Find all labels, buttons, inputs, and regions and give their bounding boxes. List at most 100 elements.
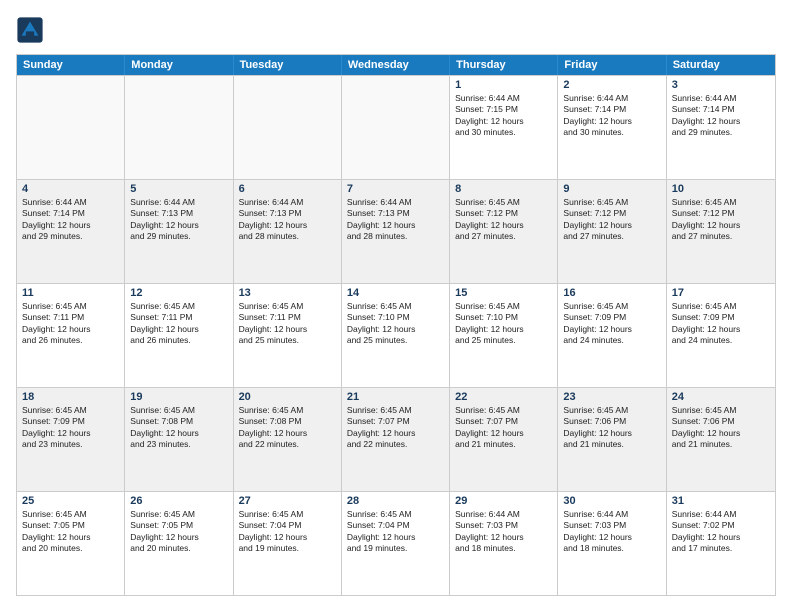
calendar-cell: 10 Sunrise: 6:45 AM Sunset: 7:12 PM Dayli… bbox=[667, 180, 775, 283]
weekday-header: Monday bbox=[125, 55, 233, 75]
calendar-cell: 27 Sunrise: 6:45 AM Sunset: 7:04 PM Dayli… bbox=[234, 492, 342, 595]
day-number: 14 bbox=[347, 287, 444, 299]
cell-info: Sunrise: 6:44 AM Sunset: 7:02 PM Dayligh… bbox=[672, 509, 770, 555]
calendar-cell: 2Sunrise: 6:44 AM Sunset: 7:14 PM Daylig… bbox=[558, 76, 666, 179]
weekday-header: Friday bbox=[558, 55, 666, 75]
calendar-row: 1Sunrise: 6:44 AM Sunset: 7:15 PM Daylig… bbox=[17, 75, 775, 179]
cell-info: Sunrise: 6:45 AM Sunset: 7:11 PM Dayligh… bbox=[22, 301, 119, 347]
calendar-cell: 7Sunrise: 6:44 AM Sunset: 7:13 PM Daylig… bbox=[342, 180, 450, 283]
calendar-cell: 4 Sunrise: 6:44 AM Sunset: 7:14 PM Daylig… bbox=[17, 180, 125, 283]
day-number: 24 bbox=[672, 391, 770, 403]
day-number: 3 bbox=[672, 79, 770, 91]
calendar-cell bbox=[125, 76, 233, 179]
calendar-cell: 21 Sunrise: 6:45 AM Sunset: 7:07 PM Dayli… bbox=[342, 388, 450, 491]
calendar-row: 4 Sunrise: 6:44 AM Sunset: 7:14 PM Daylig… bbox=[17, 179, 775, 283]
calendar-cell: 14 Sunrise: 6:45 AM Sunset: 7:10 PM Dayli… bbox=[342, 284, 450, 387]
day-number: 31 bbox=[672, 495, 770, 507]
cell-info: Sunrise: 6:45 AM Sunset: 7:08 PM Dayligh… bbox=[239, 405, 336, 451]
calendar-cell: 16 Sunrise: 6:45 AM Sunset: 7:09 PM Dayli… bbox=[558, 284, 666, 387]
cell-info: Sunrise: 6:45 AM Sunset: 7:11 PM Dayligh… bbox=[239, 301, 336, 347]
day-number: 18 bbox=[22, 391, 119, 403]
day-number: 1 bbox=[455, 79, 552, 91]
calendar-cell: 19 Sunrise: 6:45 AM Sunset: 7:08 PM Dayli… bbox=[125, 388, 233, 491]
calendar-cell: 26 Sunrise: 6:45 AM Sunset: 7:05 PM Dayli… bbox=[125, 492, 233, 595]
calendar-cell: 23 Sunrise: 6:45 AM Sunset: 7:06 PM Dayli… bbox=[558, 388, 666, 491]
cell-info: Sunrise: 6:45 AM Sunset: 7:12 PM Dayligh… bbox=[672, 197, 770, 243]
day-number: 29 bbox=[455, 495, 552, 507]
day-number: 23 bbox=[563, 391, 660, 403]
logo bbox=[16, 16, 48, 44]
day-number: 11 bbox=[22, 287, 119, 299]
day-number: 25 bbox=[22, 495, 119, 507]
cell-info: Sunrise: 6:44 AM Sunset: 7:14 PM Dayligh… bbox=[672, 93, 770, 139]
cell-info: Sunrise: 6:44 AM Sunset: 7:13 PM Dayligh… bbox=[130, 197, 227, 243]
day-number: 16 bbox=[563, 287, 660, 299]
cell-info: Sunrise: 6:45 AM Sunset: 7:05 PM Dayligh… bbox=[22, 509, 119, 555]
calendar-cell: 29 Sunrise: 6:44 AM Sunset: 7:03 PM Dayli… bbox=[450, 492, 558, 595]
cell-info: Sunrise: 6:45 AM Sunset: 7:09 PM Dayligh… bbox=[672, 301, 770, 347]
cell-info: Sunrise: 6:45 AM Sunset: 7:04 PM Dayligh… bbox=[239, 509, 336, 555]
weekday-header: Sunday bbox=[17, 55, 125, 75]
day-number: 17 bbox=[672, 287, 770, 299]
cell-info: Sunrise: 6:45 AM Sunset: 7:10 PM Dayligh… bbox=[455, 301, 552, 347]
cell-info: Sunrise: 6:45 AM Sunset: 7:09 PM Dayligh… bbox=[563, 301, 660, 347]
calendar-cell: 24 Sunrise: 6:45 AM Sunset: 7:06 PM Dayli… bbox=[667, 388, 775, 491]
day-number: 26 bbox=[130, 495, 227, 507]
day-number: 4 bbox=[22, 183, 119, 195]
day-number: 21 bbox=[347, 391, 444, 403]
day-number: 20 bbox=[239, 391, 336, 403]
day-number: 5 bbox=[130, 183, 227, 195]
cell-info: Sunrise: 6:44 AM Sunset: 7:03 PM Dayligh… bbox=[563, 509, 660, 555]
calendar-cell: 8 Sunrise: 6:45 AM Sunset: 7:12 PM Daylig… bbox=[450, 180, 558, 283]
calendar-cell: 3 Sunrise: 6:44 AM Sunset: 7:14 PM Daylig… bbox=[667, 76, 775, 179]
weekday-header: Saturday bbox=[667, 55, 775, 75]
calendar-cell: 11 Sunrise: 6:45 AM Sunset: 7:11 PM Dayli… bbox=[17, 284, 125, 387]
weekday-header: Wednesday bbox=[342, 55, 450, 75]
cell-info: Sunrise: 6:45 AM Sunset: 7:05 PM Dayligh… bbox=[130, 509, 227, 555]
cell-info: Sunrise: 6:45 AM Sunset: 7:08 PM Dayligh… bbox=[130, 405, 227, 451]
weekday-header: Thursday bbox=[450, 55, 558, 75]
calendar-row: 25 Sunrise: 6:45 AM Sunset: 7:05 PM Dayli… bbox=[17, 491, 775, 595]
cell-info: Sunrise: 6:44 AM Sunset: 7:03 PM Dayligh… bbox=[455, 509, 552, 555]
cell-info: Sunrise: 6:44 AM Sunset: 7:14 PM Dayligh… bbox=[22, 197, 119, 243]
cell-info: Sunrise: 6:44 AM Sunset: 7:13 PM Dayligh… bbox=[347, 197, 444, 243]
calendar-cell: 12Sunrise: 6:45 AM Sunset: 7:11 PM Dayli… bbox=[125, 284, 233, 387]
cell-info: Sunrise: 6:44 AM Sunset: 7:14 PM Dayligh… bbox=[563, 93, 660, 139]
day-number: 9 bbox=[563, 183, 660, 195]
cell-info: Sunrise: 6:45 AM Sunset: 7:07 PM Dayligh… bbox=[347, 405, 444, 451]
cell-info: Sunrise: 6:45 AM Sunset: 7:12 PM Dayligh… bbox=[455, 197, 552, 243]
cell-info: Sunrise: 6:45 AM Sunset: 7:10 PM Dayligh… bbox=[347, 301, 444, 347]
calendar-cell: 22 Sunrise: 6:45 AM Sunset: 7:07 PM Dayli… bbox=[450, 388, 558, 491]
day-number: 27 bbox=[239, 495, 336, 507]
day-number: 19 bbox=[130, 391, 227, 403]
day-number: 15 bbox=[455, 287, 552, 299]
day-number: 28 bbox=[347, 495, 444, 507]
cell-info: Sunrise: 6:45 AM Sunset: 7:07 PM Dayligh… bbox=[455, 405, 552, 451]
day-number: 8 bbox=[455, 183, 552, 195]
calendar-row: 18Sunrise: 6:45 AM Sunset: 7:09 PM Dayli… bbox=[17, 387, 775, 491]
calendar-cell bbox=[234, 76, 342, 179]
day-number: 12 bbox=[130, 287, 227, 299]
day-number: 22 bbox=[455, 391, 552, 403]
header bbox=[16, 16, 776, 44]
day-number: 30 bbox=[563, 495, 660, 507]
cell-info: Sunrise: 6:45 AM Sunset: 7:06 PM Dayligh… bbox=[672, 405, 770, 451]
calendar-row: 11 Sunrise: 6:45 AM Sunset: 7:11 PM Dayli… bbox=[17, 283, 775, 387]
calendar-cell: 20 Sunrise: 6:45 AM Sunset: 7:08 PM Dayli… bbox=[234, 388, 342, 491]
calendar-cell bbox=[342, 76, 450, 179]
calendar-header: SundayMondayTuesdayWednesdayThursdayFrid… bbox=[17, 55, 775, 75]
day-number: 6 bbox=[239, 183, 336, 195]
calendar-cell: 31 Sunrise: 6:44 AM Sunset: 7:02 PM Dayli… bbox=[667, 492, 775, 595]
calendar: SundayMondayTuesdayWednesdayThursdayFrid… bbox=[16, 54, 776, 596]
calendar-cell bbox=[17, 76, 125, 179]
calendar-cell: 5 Sunrise: 6:44 AM Sunset: 7:13 PM Daylig… bbox=[125, 180, 233, 283]
calendar-cell: 18Sunrise: 6:45 AM Sunset: 7:09 PM Dayli… bbox=[17, 388, 125, 491]
cell-info: Sunrise: 6:45 AM Sunset: 7:06 PM Dayligh… bbox=[563, 405, 660, 451]
calendar-cell: 13Sunrise: 6:45 AM Sunset: 7:11 PM Dayli… bbox=[234, 284, 342, 387]
calendar-cell: 9Sunrise: 6:45 AM Sunset: 7:12 PM Daylig… bbox=[558, 180, 666, 283]
calendar-cell: 25 Sunrise: 6:45 AM Sunset: 7:05 PM Dayli… bbox=[17, 492, 125, 595]
calendar-cell: 30 Sunrise: 6:44 AM Sunset: 7:03 PM Dayli… bbox=[558, 492, 666, 595]
calendar-cell: 17 Sunrise: 6:45 AM Sunset: 7:09 PM Dayli… bbox=[667, 284, 775, 387]
cell-info: Sunrise: 6:44 AM Sunset: 7:13 PM Dayligh… bbox=[239, 197, 336, 243]
day-number: 10 bbox=[672, 183, 770, 195]
